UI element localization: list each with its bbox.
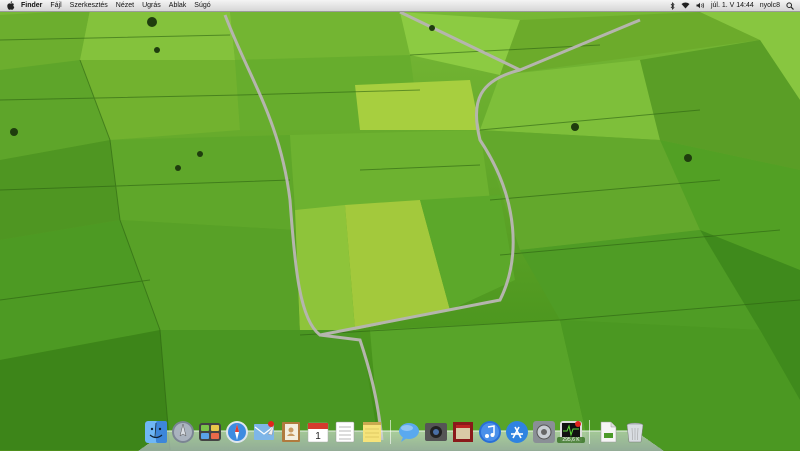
user-menu[interactable]: nyolc8 [760,0,780,11]
photo-booth-icon[interactable] [451,420,475,444]
notes-icon[interactable] [360,420,384,444]
facetime-icon[interactable] [424,420,448,444]
memory-badge: 295,6 K [557,437,585,443]
menu-view[interactable]: Nézet [116,0,134,11]
document-icon[interactable] [596,420,620,444]
trash-icon[interactable] [623,420,647,444]
apple-icon[interactable] [7,1,15,10]
calendar-day: 1 [315,431,321,442]
itunes-icon[interactable] [478,420,502,444]
mail-icon[interactable] [252,420,276,444]
safari-icon[interactable] [225,420,249,444]
clock[interactable]: júl. 1. V 14:44 [711,0,754,11]
menu-edit[interactable]: Szerkesztés [70,0,108,11]
contacts-icon[interactable] [279,420,303,444]
system-preferences-icon[interactable] [532,420,556,444]
menu-window[interactable]: Ablak [169,0,187,11]
volume-icon[interactable] [696,2,705,9]
dock-separator [390,420,391,444]
reminders-icon[interactable] [333,420,357,444]
dock-separator [589,420,590,444]
spotlight-icon[interactable] [786,1,794,10]
menu-bar: Finder Fájl Szerkesztés Nézet Ugrás Abla… [0,0,800,12]
launchpad-icon[interactable] [171,420,195,444]
messages-icon[interactable] [397,420,421,444]
dock: 1 295,6 K [144,414,650,444]
menu-finder[interactable]: Finder [21,0,42,11]
menu-file[interactable]: Fájl [50,0,61,11]
finder-icon[interactable] [144,420,168,444]
dashboard-icon[interactable] [198,420,222,444]
app-store-icon[interactable] [505,420,529,444]
menu-help[interactable]: Súgó [194,0,210,11]
activity-monitor-icon[interactable]: 295,6 K [557,420,585,444]
calendar-icon[interactable]: 1 [306,420,330,444]
desktop-wallpaper [0,0,800,450]
bluetooth-icon[interactable] [670,1,675,10]
wifi-icon[interactable] [681,2,690,9]
menu-go[interactable]: Ugrás [142,0,161,11]
